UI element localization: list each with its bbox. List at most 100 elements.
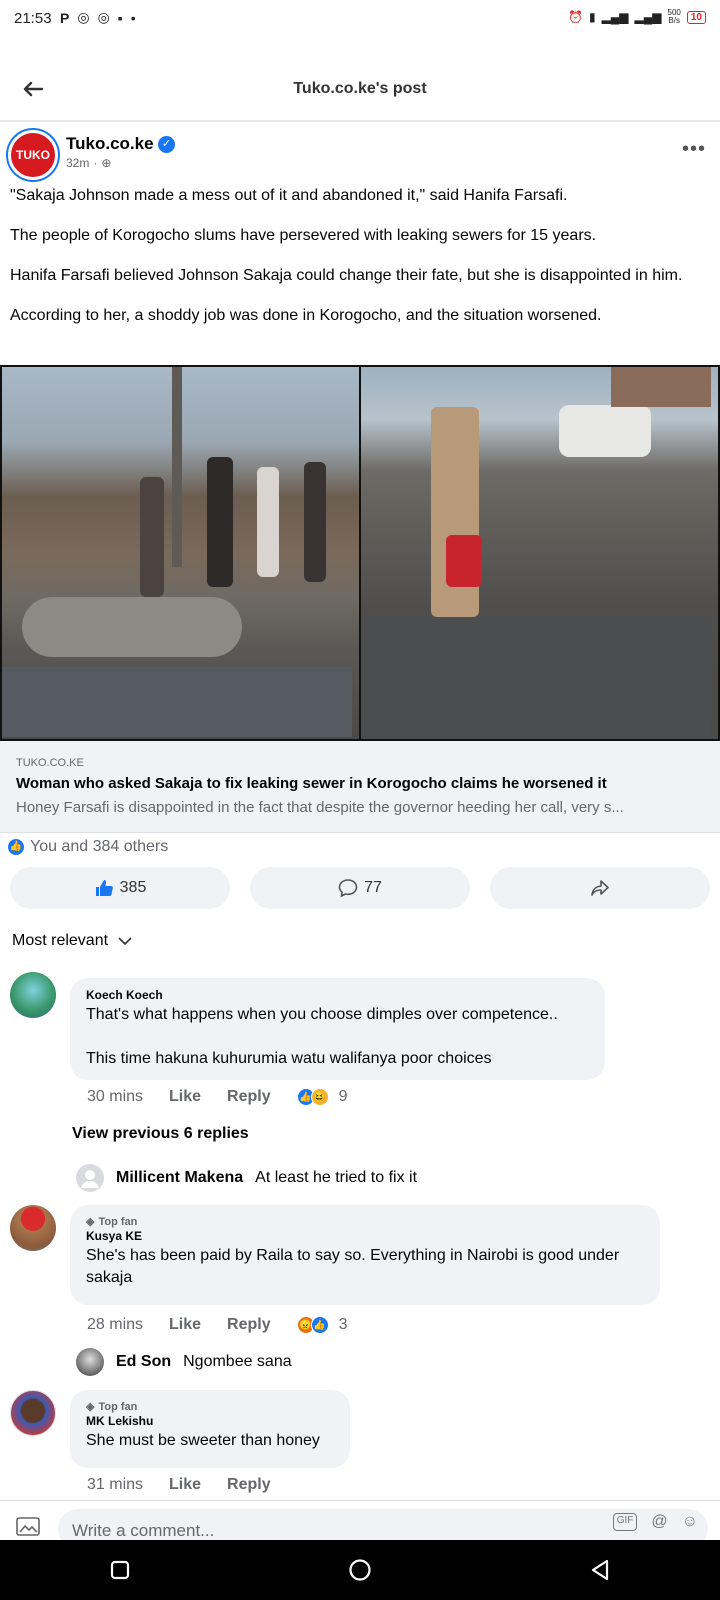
gif-icon[interactable]: GIF [612,1513,638,1531]
reply-text: At least he tried to fix it [255,1169,418,1186]
photo-pole [172,367,182,567]
globe-icon: ⊕ [101,156,112,170]
post-paragraph: According to her, a shoddy job was done … [10,307,602,324]
comment-author[interactable]: Koech Koech [86,988,589,1002]
comment-time: 31 mins [87,1476,144,1493]
mention-icon[interactable]: @ [651,1513,667,1531]
comment-bubble[interactable]: ◈ Top fan MK Lekishu She must be sweeter … [70,1390,350,1468]
sort-label: Most relevant [12,932,109,949]
avatar[interactable] [10,972,56,1018]
photo-debris [22,597,242,657]
post-actions: 385 77 [10,867,710,909]
post-photo-left[interactable] [2,367,359,739]
photo-wall [611,367,711,407]
photo-figure [446,535,482,587]
comment: Koech Koech That's what happens when you… [0,970,720,1110]
like-reaction-icon: 👍 [8,839,24,855]
haha-reaction-icon: 😆 [310,1088,329,1106]
photo-figure [304,462,326,582]
page-name[interactable]: Tuko.co.ke [66,134,154,154]
post-paragraph: The people of Korogocho slums have perse… [10,227,597,244]
emoji-icon[interactable]: ☺ [682,1513,698,1531]
comment-button[interactable]: 77 [250,867,470,909]
recents-button[interactable] [100,1550,140,1590]
comment-reply-button[interactable]: Reply [227,1316,271,1334]
whatsapp-icon: ◎ [77,9,90,25]
reactions-text: You and 384 others [30,838,169,855]
post-header: Tuko.co.ke's post [0,60,720,122]
diamond-icon: ◈ [86,1216,95,1228]
comment-like-button[interactable]: Like [169,1088,201,1106]
photo-car [559,405,651,457]
signal-icon: ▂▄▆ [634,10,662,24]
whatsapp-icon: ◎ [97,9,110,25]
parking-icon: P [60,9,70,26]
comment-reply-button[interactable]: Reply [227,1088,271,1106]
comment-reply-button[interactable]: Reply [227,1476,271,1494]
comment: ◈ Top fan MK Lekishu She must be sweeter … [0,1390,720,1500]
triangle-back-icon [591,1559,609,1581]
comment-bubble[interactable]: Koech Koech That's what happens when you… [70,978,605,1080]
comment-author[interactable]: MK Lekishu [86,1414,334,1428]
comment-actions: 28 mins Like Reply 😠 👍 3 [87,1316,348,1334]
comment-time: 30 mins [87,1088,144,1105]
photo-figure [140,477,164,597]
post-photo-right[interactable] [361,367,718,739]
more-options-button[interactable]: ••• [682,138,706,161]
comment-reactions[interactable]: 😠 👍 3 [296,1316,348,1334]
post-paragraph: Hanifa Farsafi believed Johnson Sakaja c… [10,267,683,284]
system-navigation-bar [0,1540,720,1600]
link-preview[interactable]: TUKO.CO.KE Woman who asked Sakaja to fix… [0,741,720,833]
photo-icon[interactable] [16,1515,44,1537]
view-previous-replies-button[interactable]: View previous 6 replies [72,1125,249,1143]
post-body: "Sakaja Johnson made a mess out of it an… [10,186,705,346]
comment-actions: 30 mins Like Reply 👍 😆 9 [87,1088,348,1106]
photo-street [361,617,711,737]
reply-preview[interactable]: Millicent Makena At least he tried to fi… [76,1164,417,1192]
comment-like-button[interactable]: Like [169,1476,201,1494]
thumbs-up-icon [95,880,113,896]
reaction-count: 3 [338,1316,348,1333]
page-avatar[interactable]: TUKO [8,130,58,180]
photo-puddle [2,667,352,737]
photo-figure [257,467,279,577]
comment-author[interactable]: Kusya KE [86,1229,644,1243]
page-title: Tuko.co.ke's post [293,80,427,97]
comment-text: That's what happens when you choose dimp… [86,1006,558,1023]
link-domain: TUKO.CO.KE [16,757,84,769]
signal-icon: ▂▄▆ [601,10,629,24]
back-nav-button[interactable] [580,1550,620,1590]
comment-count: 77 [364,879,382,896]
chevron-down-icon [118,937,132,946]
avatar[interactable] [10,1205,56,1251]
separator-dot: · [93,156,98,170]
comment-bubble[interactable]: ◈ Top fan Kusya KE She's has been paid by… [70,1205,660,1305]
top-fan-badge: ◈ Top fan [86,1216,138,1228]
link-title: Woman who asked Sakaja to fix leaking se… [16,775,607,792]
comment-sort-dropdown[interactable]: Most relevant [12,932,132,950]
reply-text: Ngombee sana [183,1353,292,1370]
post-meta: 32m · ⊕ [66,156,111,170]
like-button[interactable]: 385 [10,867,230,909]
share-icon [591,880,609,896]
comment-composer: Write a comment... GIF @ ☺ [0,1500,720,1549]
share-button[interactable] [490,867,710,909]
link-description: Honey Farsafi is disappointed in the fac… [16,799,624,816]
comment-reactions[interactable]: 👍 😆 9 [296,1088,348,1106]
tuko-logo: TUKO [16,148,50,162]
reply-author[interactable]: Millicent Makena [116,1169,243,1187]
post-time: 32m [66,156,90,170]
vibrate-icon: ▮ [588,10,596,24]
like-reaction-icon: 👍 [310,1316,329,1334]
comment-like-button[interactable]: Like [169,1316,201,1334]
home-button[interactable] [340,1550,380,1590]
post-paragraph: "Sakaja Johnson made a mess out of it an… [10,187,568,204]
reply-preview[interactable]: Ed Son Ngombee sana [76,1348,292,1376]
composer-tools: GIF @ ☺ [612,1513,698,1531]
diamond-icon: ◈ [86,1401,95,1413]
alarm-icon: ⏰ [568,10,583,24]
comment-placeholder: Write a comment... [72,1521,215,1540]
reply-author[interactable]: Ed Son [116,1353,171,1371]
avatar[interactable] [10,1390,56,1436]
reactions-summary[interactable]: 👍 You and 384 others [8,838,168,856]
